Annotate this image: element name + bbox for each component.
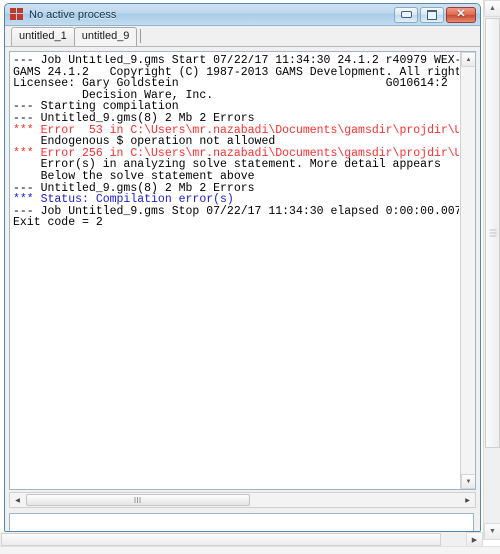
log-scroll-down-button[interactable]: ▼ bbox=[461, 474, 475, 489]
scroll-grip-icon bbox=[134, 497, 142, 503]
page-scroll-up-button[interactable]: ▲ bbox=[484, 0, 500, 17]
log-line: Below the solve statement above bbox=[13, 169, 255, 183]
tab-strip-caret bbox=[140, 29, 142, 43]
close-icon: ✕ bbox=[456, 8, 466, 20]
log-scroll-left-button[interactable]: ◀ bbox=[10, 493, 25, 507]
log-vertical-scrollbar[interactable]: ▲ ▼ bbox=[460, 52, 475, 489]
command-input[interactable] bbox=[9, 513, 474, 531]
triangle-down-icon: ▼ bbox=[465, 478, 472, 485]
triangle-left-icon: ◀ bbox=[15, 497, 20, 504]
triangle-right-icon: ▶ bbox=[465, 497, 470, 504]
minimize-icon bbox=[400, 11, 412, 18]
tab-label: untitled_9 bbox=[81, 30, 130, 42]
tab-strip: untitled_1 untitled_9 bbox=[5, 26, 480, 47]
page-vertical-scrollbar[interactable]: ▲ ▼ bbox=[483, 0, 500, 540]
tab-label: untitled_1 bbox=[19, 30, 67, 42]
page-horizontal-scroll-thumb[interactable] bbox=[1, 533, 441, 546]
page-scroll-down-button[interactable]: ▼ bbox=[484, 523, 500, 540]
log-line: Endogenous $ operation not allowed bbox=[13, 135, 276, 149]
log-horizontal-scroll-thumb[interactable] bbox=[26, 494, 250, 506]
triangle-down-icon: ▼ bbox=[489, 528, 496, 535]
process-window: No active process ✕ untitled_1 untitled_… bbox=[4, 3, 481, 532]
maximize-button[interactable] bbox=[420, 6, 444, 23]
triangle-up-icon: ▲ bbox=[489, 5, 496, 12]
maximize-icon bbox=[427, 9, 437, 20]
log-output-text: --- Job Untitled_9.gms Start 07/22/17 11… bbox=[13, 55, 459, 475]
tab-untitled-9[interactable]: untitled_9 bbox=[73, 27, 138, 46]
log-scroll-up-button[interactable]: ▲ bbox=[461, 52, 475, 67]
minimize-button[interactable] bbox=[394, 6, 418, 23]
window-title: No active process bbox=[29, 8, 117, 21]
gams-process-icon bbox=[10, 8, 24, 21]
process-body: --- Job Untitled_9.gms Start 07/22/17 11… bbox=[5, 47, 480, 531]
log-line: *** Status: Compilation error(s) bbox=[13, 193, 234, 207]
log-horizontal-scrollbar[interactable]: ◀ ▶ bbox=[9, 492, 476, 508]
page-vertical-scroll-thumb[interactable] bbox=[485, 18, 500, 448]
close-window-button[interactable]: ✕ bbox=[446, 6, 476, 23]
log-line: Exit code = 2 bbox=[13, 216, 103, 230]
triangle-up-icon: ▲ bbox=[465, 56, 472, 63]
triangle-right-icon: ▶ bbox=[471, 536, 478, 544]
window-titlebar[interactable]: No active process ✕ bbox=[5, 4, 480, 26]
scroll-grip-icon bbox=[489, 229, 496, 237]
log-line: --- Untitled_9.gms(8) 2 Mb 2 Errors bbox=[13, 111, 255, 125]
page-horizontal-scrollbar[interactable]: ▶ bbox=[0, 532, 483, 547]
tab-untitled-1[interactable]: untitled_1 bbox=[11, 27, 75, 46]
window-controls: ✕ bbox=[394, 6, 478, 23]
page-bottom-strip bbox=[0, 546, 500, 554]
log-line: --- Job Untitled_9.gms Start 07/22/17 11… bbox=[13, 55, 459, 67]
page-scroll-right-button[interactable]: ▶ bbox=[466, 532, 483, 547]
log-scroll-right-button[interactable]: ▶ bbox=[460, 493, 475, 507]
log-output-panel[interactable]: --- Job Untitled_9.gms Start 07/22/17 11… bbox=[9, 51, 476, 490]
